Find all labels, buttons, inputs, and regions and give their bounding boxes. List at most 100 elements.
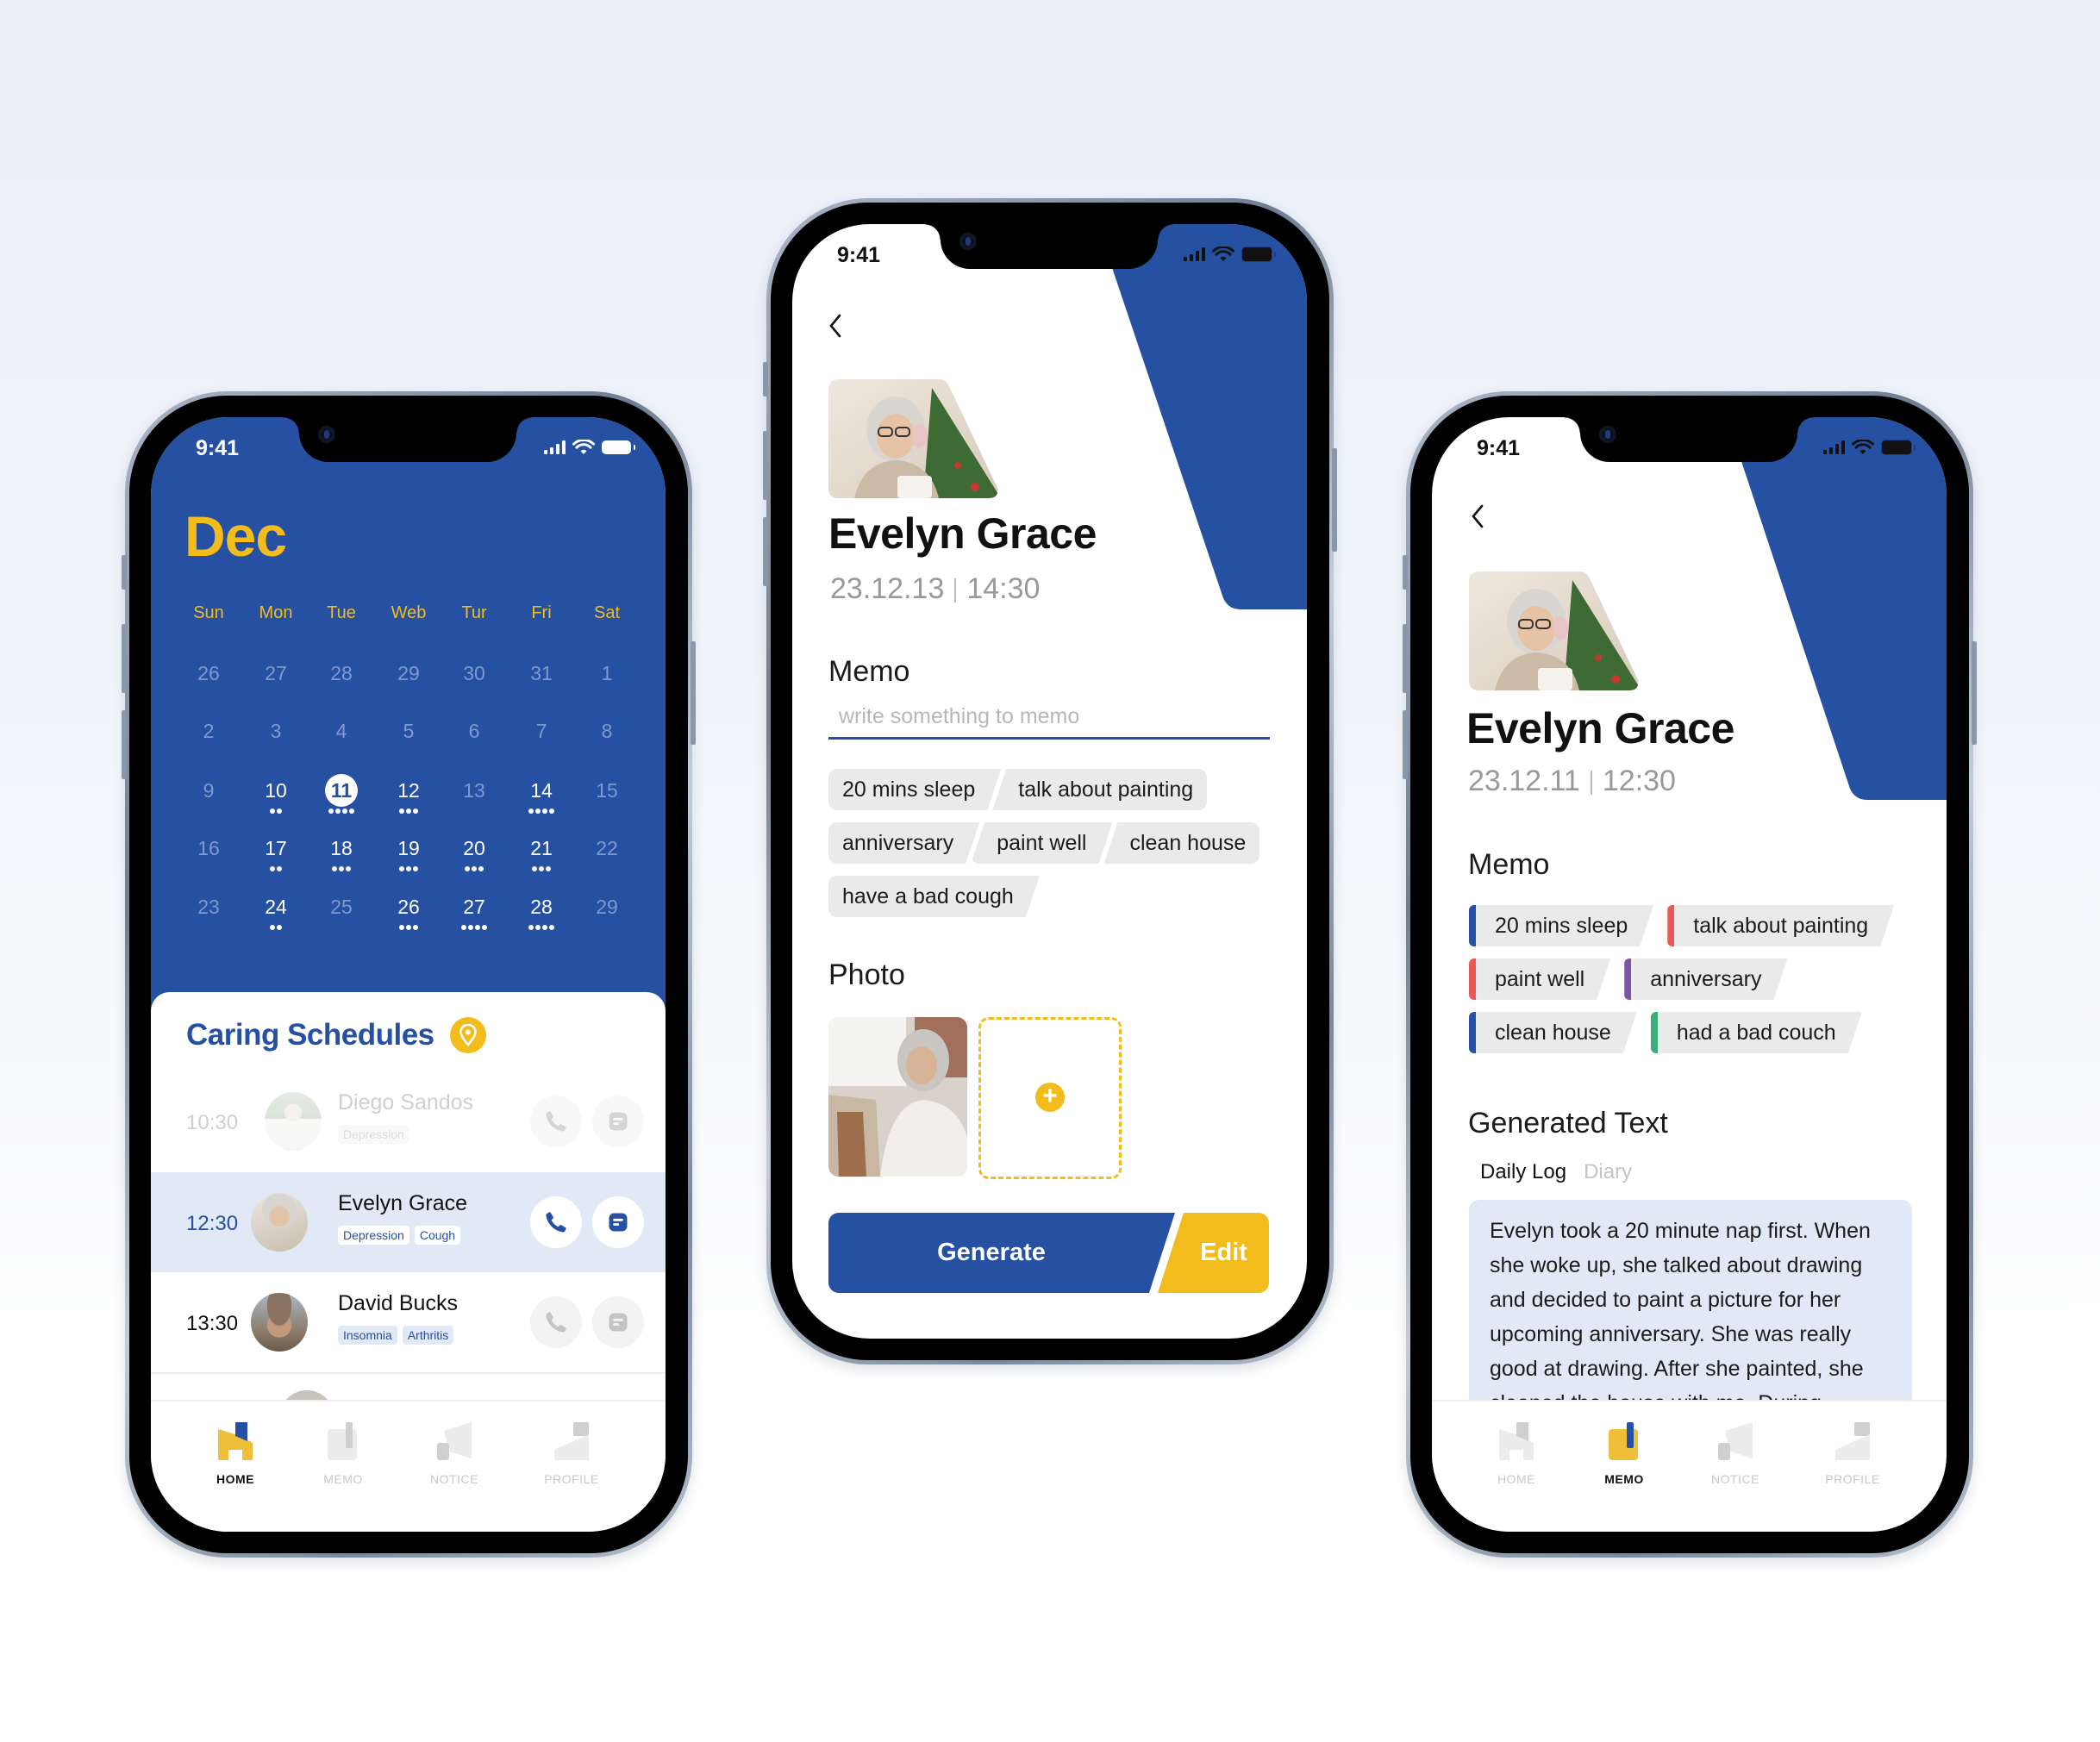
memo-chip[interactable]: talk about painting [1667, 905, 1894, 946]
tab-notice[interactable]: NOTICE [1688, 1420, 1783, 1486]
memo-input[interactable] [828, 696, 1270, 740]
home-screen: 9:41 Dec Sun Mon Tue Web Tur Fri Sat 26 27 28 29 3… [151, 417, 666, 1532]
calendar-day[interactable]: 18 [316, 835, 367, 861]
result-screen: 9:41 Evelyn Grace 23.12.11 12:30 Memo 20… [1432, 417, 1947, 1532]
tab-profile[interactable]: PROFILE [1805, 1420, 1900, 1486]
condition-tag: Insomnia [338, 1326, 397, 1345]
schedule-row[interactable]: 10:30 Diego Sandos Depression [151, 1071, 666, 1171]
generate-button[interactable]: Generate [828, 1213, 1175, 1293]
calendar-day[interactable]: 29 [581, 894, 633, 920]
calendar-day[interactable]: 6 [448, 718, 500, 744]
tab-daily-log[interactable]: Daily Log [1480, 1160, 1566, 1184]
tab-home[interactable]: HOME [188, 1420, 283, 1486]
calendar-day[interactable]: 19 [383, 835, 434, 861]
back-chevron-icon[interactable] [827, 313, 844, 339]
add-photo-button[interactable]: + [978, 1017, 1122, 1179]
calendar-day[interactable]: 26 [183, 660, 234, 686]
calendar-day[interactable]: 7 [516, 718, 567, 744]
weekday-label: Sun [193, 603, 224, 622]
location-pin-icon[interactable] [450, 1017, 486, 1053]
memo-button[interactable] [592, 1296, 644, 1348]
calendar-day[interactable]: 5 [383, 718, 434, 744]
tab-bar: HOME MEMO NOTICE PROFILE [1432, 1400, 1947, 1532]
calendar-day[interactable]: 12 [383, 777, 434, 803]
memo-chip[interactable]: clean house [1103, 822, 1260, 864]
memo-chip[interactable]: clean house [1469, 1012, 1637, 1053]
memo-chip[interactable]: 20 mins sleep [1469, 905, 1653, 946]
calendar-day[interactable]: 29 [383, 660, 434, 686]
day-number: 3 [270, 720, 282, 742]
patient-name: Diego Sandos [338, 1090, 474, 1115]
calendar-day[interactable]: 24 [250, 894, 302, 920]
calendar-day[interactable]: 3 [250, 718, 302, 744]
memo-chip[interactable]: anniversary [1624, 958, 1787, 1000]
event-dots [516, 925, 567, 930]
visit-datetime: 23.12.13 14:30 [830, 572, 1040, 606]
calendar-day[interactable]: 15 [581, 777, 633, 803]
calendar-day[interactable]: 1 [581, 660, 633, 686]
calendar-day[interactable]: 28 [516, 894, 567, 920]
memo-chip[interactable]: 20 mins sleep [828, 769, 1001, 810]
calendar-day[interactable]: 20 [448, 835, 500, 861]
tab-home[interactable]: HOME [1469, 1420, 1564, 1486]
call-button[interactable] [530, 1196, 582, 1248]
calendar-day[interactable]: 21 [516, 835, 567, 861]
calendar-day[interactable]: 26 [383, 894, 434, 920]
memo-chip[interactable]: had a bad couch [1651, 1012, 1862, 1053]
edit-button[interactable]: Edit [1158, 1213, 1269, 1293]
tab-diary[interactable]: Diary [1584, 1160, 1632, 1184]
day-number: 12 [397, 779, 420, 802]
calendar-day[interactable]: 27 [250, 660, 302, 686]
memo-chip[interactable]: have a bad cough [828, 876, 1040, 917]
calendar-day[interactable]: 13 [448, 777, 500, 803]
caring-schedules-title: Caring Schedules [186, 1018, 434, 1052]
calendar-day[interactable]: 16 [183, 835, 234, 861]
calendar-day[interactable]: 30 [448, 660, 500, 686]
day-number: 9 [203, 779, 215, 802]
memo-chip[interactable]: anniversary [828, 822, 979, 864]
calendar-day[interactable]: 25 [316, 894, 367, 920]
tab-notice[interactable]: NOTICE [407, 1420, 502, 1486]
call-button[interactable] [530, 1296, 582, 1348]
calendar-day[interactable]: 9 [183, 777, 234, 803]
schedule-row-selected[interactable]: 12:30 Evelyn Grace Depression Cough [151, 1172, 666, 1272]
calendar-day[interactable]: 10 [250, 777, 302, 803]
tab-profile[interactable]: PROFILE [524, 1420, 619, 1486]
profile-photo [1469, 571, 1640, 690]
memo-chip[interactable]: paint well [1469, 958, 1610, 1000]
tab-memo[interactable]: MEMO [296, 1420, 391, 1486]
tab-memo[interactable]: MEMO [1577, 1420, 1672, 1486]
event-dots [250, 866, 302, 871]
calendar-day-selected[interactable]: 11 [316, 774, 367, 807]
call-button[interactable] [530, 1096, 582, 1147]
memo-chip[interactable]: talk about painting [992, 769, 1208, 810]
calendar-day[interactable]: 28 [316, 660, 367, 686]
memo-button[interactable] [592, 1096, 644, 1147]
memo-chip[interactable]: paint well [971, 822, 1112, 864]
volume-down-button [763, 517, 768, 586]
generated-text-title: Generated Text [1468, 1107, 1668, 1139]
calendar-day[interactable]: 4 [316, 718, 367, 744]
calendar-day[interactable]: 27 [448, 894, 500, 920]
day-number: 21 [530, 837, 553, 859]
calendar-day[interactable]: 31 [516, 660, 567, 686]
avatar-diego [265, 1092, 322, 1151]
memo-button[interactable] [592, 1196, 644, 1248]
calendar-day[interactable]: 8 [581, 718, 633, 744]
calendar-day[interactable]: 14 [516, 777, 567, 803]
day-number: 2 [203, 720, 215, 742]
row-divider [151, 1372, 666, 1374]
attached-photo[interactable] [828, 1017, 967, 1177]
volume-up-button [122, 624, 127, 693]
calendar-day[interactable]: 2 [183, 718, 234, 744]
plus-icon: + [1035, 1083, 1065, 1112]
condition-tags: Depression Cough [338, 1226, 461, 1245]
memo-tab-icon [324, 1420, 362, 1460]
calendar-day[interactable]: 22 [581, 835, 633, 861]
condition-tag: Depression [338, 1226, 409, 1245]
day-number: 16 [197, 837, 220, 859]
schedule-row[interactable]: 13:30 David Bucks Insomnia Arthritis [151, 1272, 666, 1372]
calendar-day[interactable]: 17 [250, 835, 302, 861]
back-chevron-icon[interactable] [1469, 503, 1486, 529]
calendar-day[interactable]: 23 [183, 894, 234, 920]
